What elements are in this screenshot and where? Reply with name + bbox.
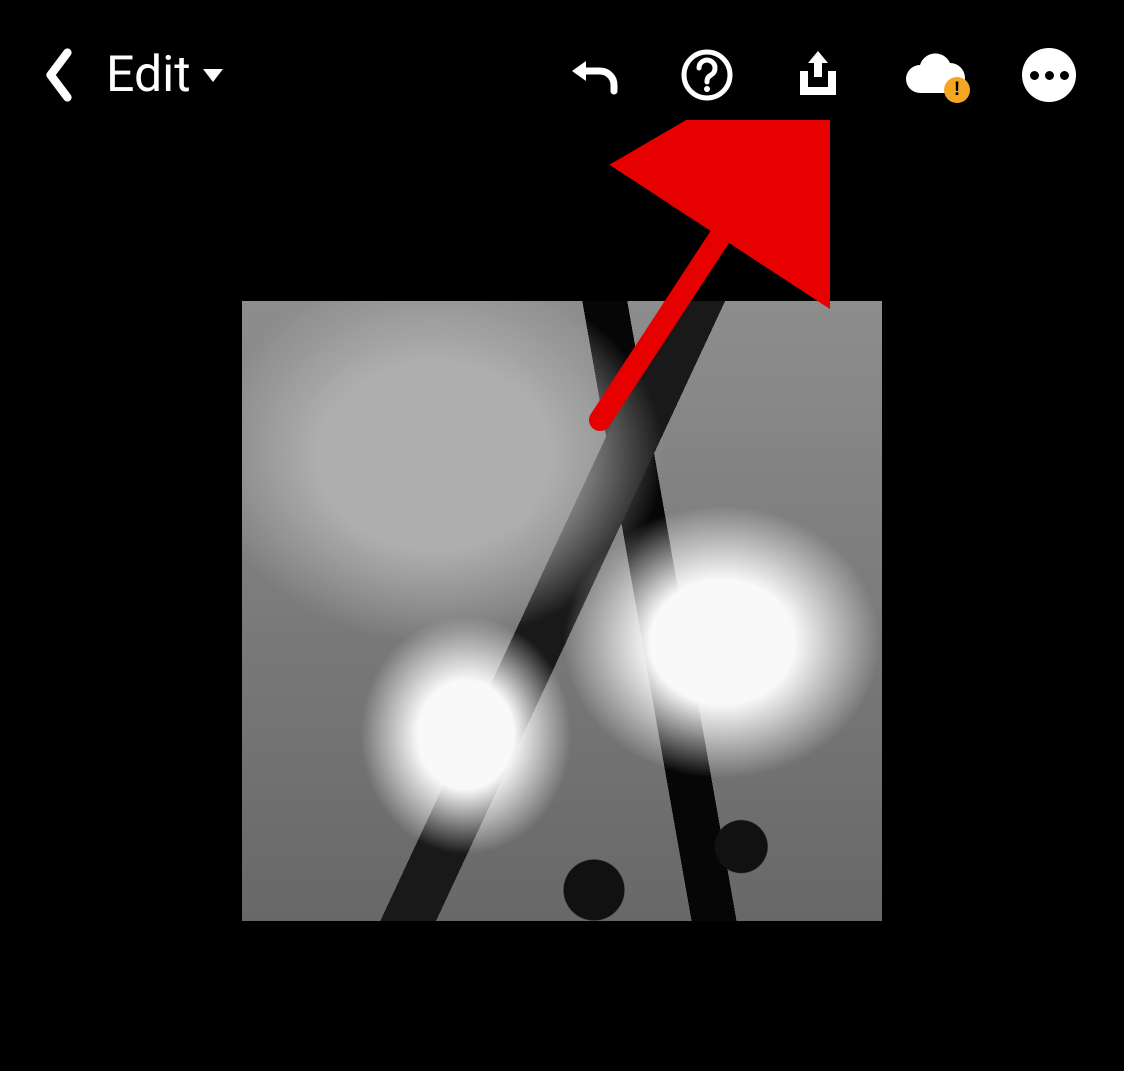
more-icon	[1030, 71, 1039, 80]
toolbar-left-group: Edit	[40, 46, 225, 104]
undo-icon	[566, 51, 624, 99]
toolbar-right-group: !	[566, 47, 1094, 103]
edit-label: Edit	[106, 46, 191, 104]
chevron-down-icon	[201, 66, 225, 84]
canvas-area[interactable]	[0, 150, 1124, 1071]
top-toolbar: Edit	[0, 0, 1124, 150]
back-icon	[40, 47, 78, 103]
share-button[interactable]	[790, 47, 846, 103]
more-icon	[1045, 71, 1054, 80]
share-icon	[790, 47, 846, 103]
help-icon	[680, 48, 734, 102]
edited-image[interactable]	[242, 301, 882, 921]
help-button[interactable]	[680, 48, 734, 102]
edit-dropdown[interactable]: Edit	[106, 46, 225, 104]
more-button[interactable]	[1022, 48, 1076, 102]
more-icon	[1060, 71, 1069, 80]
cloud-sync-button[interactable]: !	[902, 51, 966, 99]
cloud-warning-badge: !	[944, 77, 970, 103]
undo-button[interactable]	[566, 51, 624, 99]
back-button[interactable]	[40, 47, 78, 103]
